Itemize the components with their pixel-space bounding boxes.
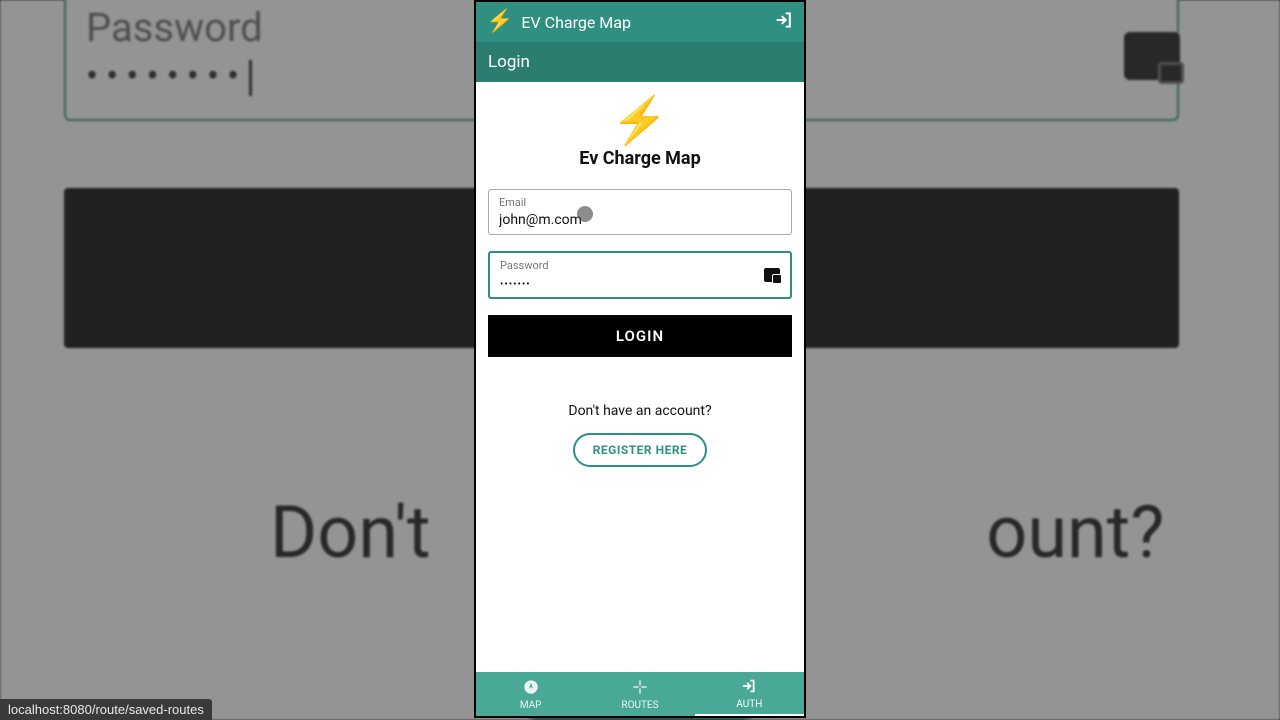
password-field-wrapper[interactable]: Password	[488, 251, 792, 299]
touch-pointer-icon	[577, 206, 593, 222]
browser-status-tooltip: localhost:8080/route/saved-routes	[0, 699, 212, 720]
register-button[interactable]: REGISTER HERE	[573, 433, 708, 467]
email-label: Email	[499, 196, 781, 209]
login-button[interactable]: LOGIN	[488, 315, 792, 357]
logo-block: ⚡ Ev Charge Map	[579, 98, 700, 169]
bolt-logo-icon: ⚡	[579, 98, 700, 144]
email-input[interactable]	[499, 212, 781, 228]
nav-auth[interactable]: AUTH	[695, 674, 804, 716]
routes-icon	[632, 679, 648, 698]
nav-auth-label: AUTH	[736, 699, 762, 710]
logout-icon[interactable]	[774, 10, 794, 35]
password-manager-icon[interactable]	[764, 268, 780, 282]
login-nav-icon	[741, 678, 757, 697]
app-topbar: ⚡ EV Charge Map	[476, 2, 804, 42]
nav-map[interactable]: MAP	[476, 674, 585, 716]
password-input[interactable]	[500, 279, 780, 290]
bottom-nav: MAP ROUTES AUTH	[476, 672, 804, 716]
nav-routes[interactable]: ROUTES	[585, 674, 694, 716]
nav-routes-label: ROUTES	[621, 700, 658, 711]
register-prompt: Don't have an account?	[568, 403, 711, 419]
mobile-preview-frame: ⚡ EV Charge Map Login ⚡ Ev Charge Map Em…	[474, 0, 806, 718]
login-content: ⚡ Ev Charge Map Email Password LOGIN Don…	[476, 82, 804, 672]
page-subtitle: Login	[488, 52, 530, 72]
compass-icon	[523, 679, 539, 698]
page-subheader: Login	[476, 42, 804, 82]
nav-map-label: MAP	[520, 700, 542, 711]
email-field-wrapper[interactable]: Email	[488, 189, 792, 235]
password-label: Password	[500, 259, 780, 272]
logo-title: Ev Charge Map	[579, 148, 700, 169]
app-title: EV Charge Map	[521, 13, 766, 32]
bolt-icon: ⚡	[486, 11, 513, 33]
